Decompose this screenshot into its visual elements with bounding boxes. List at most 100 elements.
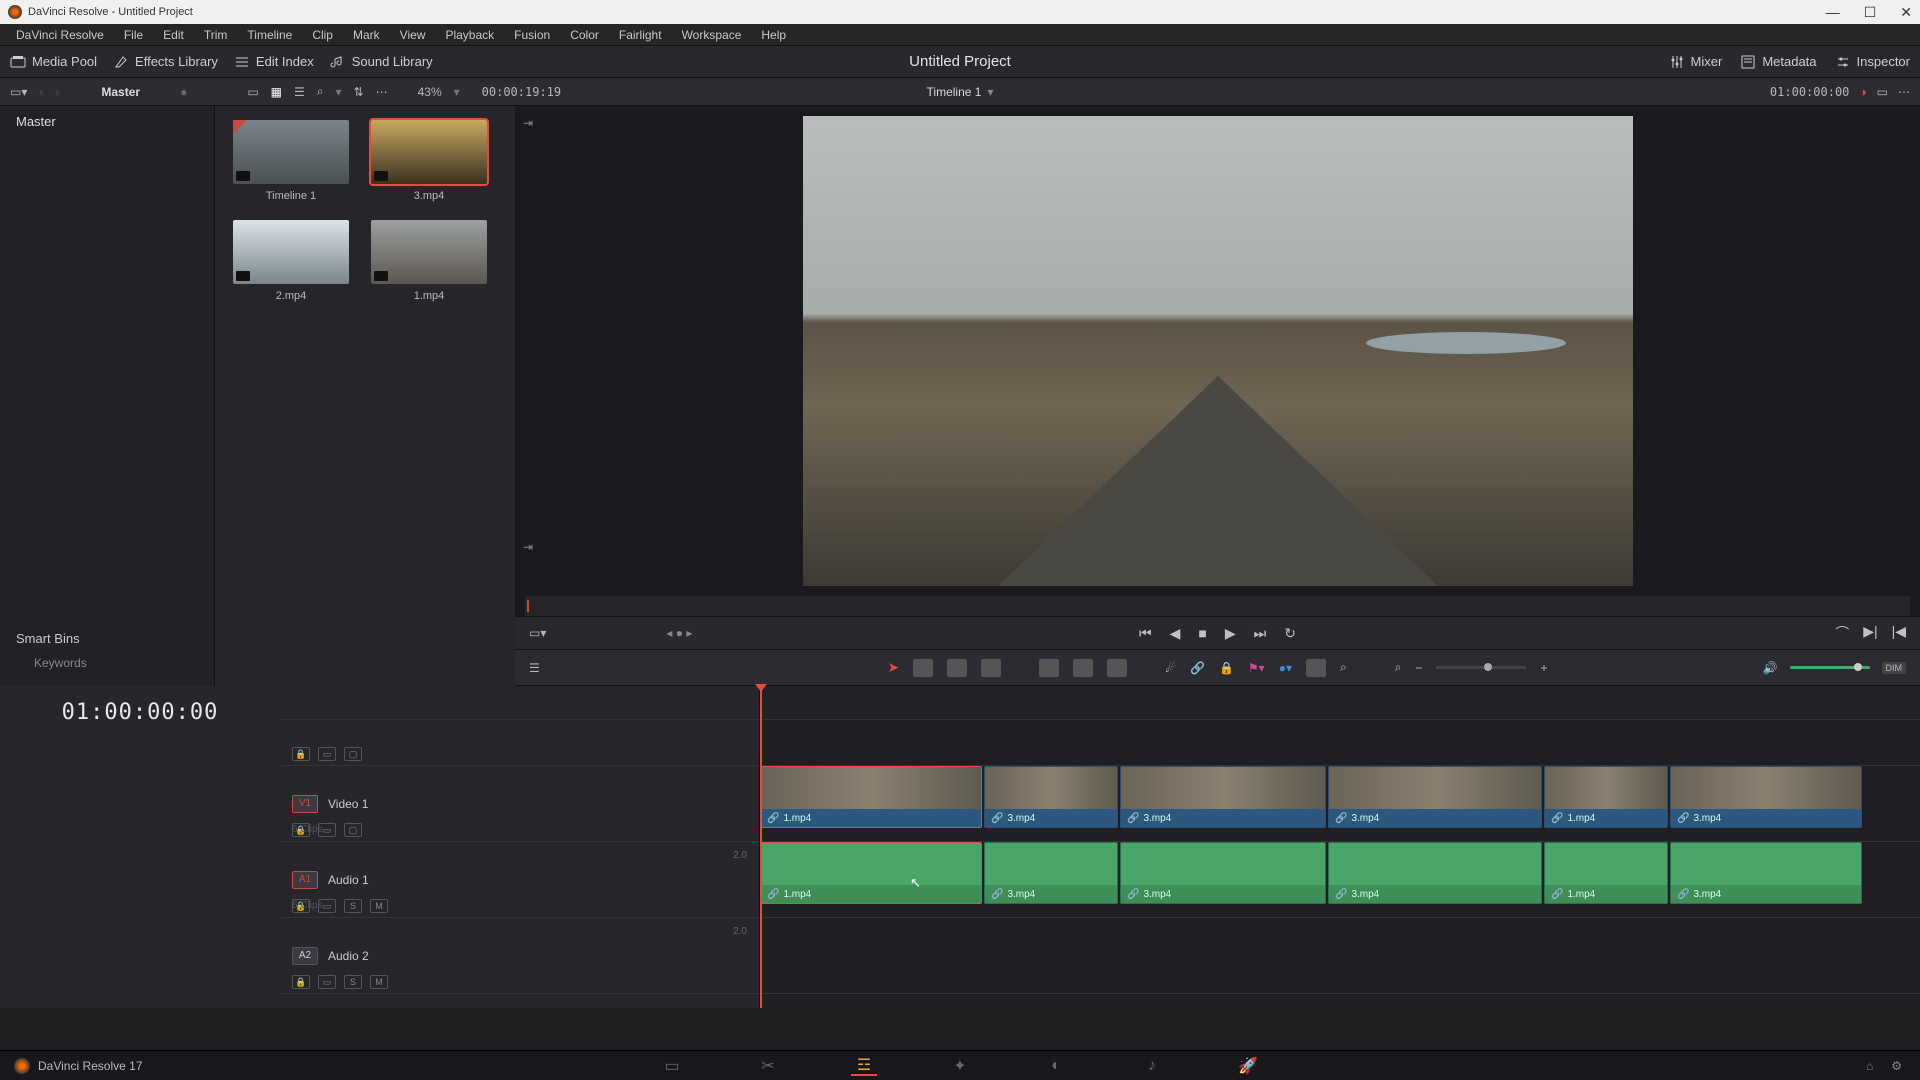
snap-toggle[interactable]: ☄ — [1165, 661, 1176, 675]
page-fusion[interactable]: ✦ — [947, 1056, 973, 1076]
track-tag[interactable]: A1 — [292, 871, 318, 889]
video-clip[interactable]: 🔗1.mp4 — [760, 766, 982, 828]
track-a2[interactable] — [760, 918, 1920, 994]
replace-clip-button[interactable] — [1107, 659, 1127, 677]
menu-clip[interactable]: Clip — [302, 28, 343, 42]
lock-toggle[interactable]: 🔒 — [1219, 661, 1234, 675]
track-head-v1[interactable]: V1 Video 1 🔒▭▢ 6 Clips — [280, 766, 759, 842]
bin-master[interactable]: Master — [0, 106, 214, 137]
pool-item-clip[interactable]: 3.mp4 — [371, 120, 487, 202]
audio-clip[interactable]: 🔗1.mp4 — [1544, 842, 1668, 904]
timeline-ruler[interactable] — [760, 686, 1920, 720]
effects-toggle[interactable]: Effects Library — [113, 54, 218, 70]
dynamic-trim-tool[interactable] — [947, 659, 967, 677]
selection-tool[interactable]: ➤ — [888, 659, 900, 676]
track-head-v2[interactable]: 🔒▭▢ — [280, 720, 759, 766]
jog-left[interactable]: ◂ ● ▸ — [666, 626, 692, 640]
viewer-options-icon[interactable]: ⋯ — [1898, 85, 1910, 99]
menu-workspace[interactable]: Workspace — [672, 28, 752, 42]
track-a1[interactable]: 🔗1.mp4🔗3.mp4🔗3.mp4🔗3.mp4🔗1.mp4🔗3.mp4 — [760, 842, 1920, 918]
home-button[interactable]: ⌂ — [1866, 1059, 1873, 1073]
pool-item-timeline[interactable]: Timeline 1 — [233, 120, 349, 202]
nav-back[interactable]: ‹ — [39, 85, 43, 99]
lock-icon[interactable]: 🔒 — [292, 975, 310, 989]
mute-button[interactable]: M — [370, 899, 388, 913]
flag-dropdown[interactable]: ⚑▾ — [1248, 661, 1265, 675]
page-color[interactable]: ◐ — [1043, 1056, 1069, 1076]
pool-item-clip[interactable]: 2.mp4 — [233, 220, 349, 302]
menu-edit[interactable]: Edit — [153, 28, 194, 42]
loop-range-icon[interactable]: ⌒ — [1835, 623, 1849, 643]
close-button[interactable]: ✕ — [1900, 4, 1912, 21]
search-dropdown[interactable]: ▾ — [336, 85, 342, 99]
smart-bin-keywords[interactable]: Keywords — [16, 656, 198, 670]
stop-button[interactable]: ■ — [1198, 625, 1206, 641]
last-frame-button[interactable]: ⏭ — [1254, 625, 1267, 642]
mute-button[interactable]: M — [370, 975, 388, 989]
menu-fusion[interactable]: Fusion — [504, 28, 560, 42]
trim-tool[interactable] — [913, 659, 933, 677]
menu-file[interactable]: File — [114, 28, 153, 42]
menu-trim[interactable]: Trim — [194, 28, 238, 42]
first-frame-button[interactable]: ⏮ — [1139, 625, 1152, 642]
track-tag[interactable]: A2 — [292, 947, 318, 965]
playhead[interactable] — [760, 686, 762, 1008]
prev-marker-icon[interactable]: |◀ — [1892, 623, 1906, 643]
media-pool-toggle[interactable]: Media Pool — [10, 54, 97, 70]
solo-button[interactable]: S — [344, 899, 362, 913]
menu-timeline[interactable]: Timeline — [237, 28, 302, 42]
page-fairlight[interactable]: ♪ — [1139, 1056, 1165, 1076]
dim-button[interactable]: DIM — [1882, 662, 1907, 674]
view-thumb-icon[interactable]: ▭ — [247, 85, 258, 99]
menu-fairlight[interactable]: Fairlight — [609, 28, 672, 42]
find-icon[interactable]: ⌕ — [1340, 660, 1347, 675]
menu-playback[interactable]: Playback — [435, 28, 504, 42]
audio-clip[interactable]: 🔗3.mp4 — [1120, 842, 1326, 904]
link-toggle[interactable]: 🔗 — [1190, 661, 1205, 675]
disable-icon[interactable]: ▢ — [344, 823, 362, 837]
audio-clip[interactable]: 🔗3.mp4 — [1328, 842, 1542, 904]
timeline-name[interactable]: Timeline 1 — [927, 85, 982, 99]
menu-mark[interactable]: Mark — [343, 28, 390, 42]
page-media[interactable]: ▭ — [659, 1056, 685, 1076]
audio-clip[interactable]: 🔗1.mp4 — [760, 842, 982, 904]
marker-dropdown[interactable]: ●▾ — [1279, 661, 1292, 675]
overwrite-clip-button[interactable] — [1073, 659, 1093, 677]
video-clip[interactable]: 🔗3.mp4 — [1120, 766, 1326, 828]
timeline-dropdown[interactable]: ▾ — [987, 85, 993, 99]
index-search-button[interactable] — [1306, 659, 1326, 677]
maximize-button[interactable]: ☐ — [1864, 4, 1877, 21]
smart-bins-header[interactable]: Smart Bins — [16, 631, 198, 646]
video-clip[interactable]: 🔗3.mp4 — [984, 766, 1118, 828]
disable-icon[interactable]: ▢ — [344, 747, 362, 761]
zoom-out-icon[interactable]: ⌕ — [1395, 660, 1402, 675]
zoom-pct[interactable]: 43% — [418, 85, 442, 99]
page-edit[interactable]: ☲ — [851, 1056, 877, 1076]
loop-button[interactable]: ↻ — [1284, 625, 1296, 642]
options-icon[interactable]: ⋯ — [376, 85, 388, 99]
mixer-toggle[interactable]: Mixer — [1669, 54, 1723, 70]
bypass-icon[interactable]: ◑ — [1859, 85, 1866, 99]
project-settings-button[interactable]: ⚙ — [1891, 1059, 1902, 1073]
audio-clip[interactable]: 🔗3.mp4 — [984, 842, 1118, 904]
page-deliver[interactable]: 🚀 — [1235, 1056, 1261, 1076]
zoom-plus[interactable]: + — [1540, 661, 1547, 675]
single-viewer-icon[interactable]: ▭ — [1877, 85, 1888, 99]
prev-frame-button[interactable]: ◀ — [1170, 625, 1181, 642]
volume-icon[interactable]: 🔊 — [1763, 661, 1778, 675]
page-cut[interactable]: ✂ — [755, 1056, 781, 1076]
audio-clip[interactable]: 🔗3.mp4 — [1670, 842, 1862, 904]
zoom-minus[interactable]: − — [1415, 661, 1422, 675]
blade-tool[interactable] — [981, 659, 1001, 677]
video-clip[interactable]: 🔗1.mp4 — [1544, 766, 1668, 828]
edit-index-toggle[interactable]: Edit Index — [234, 54, 314, 70]
sidebar-toggle-icon[interactable]: ▭▾ — [10, 85, 27, 99]
viewer-canvas[interactable] — [803, 116, 1633, 586]
volume-slider[interactable] — [1790, 666, 1870, 669]
viewer-mode-icon[interactable]: ▭▾ — [529, 626, 546, 640]
track-head-a2[interactable]: A2 Audio 2 2.0 🔒▭SM — [280, 918, 759, 994]
timeline-body[interactable]: 🔗1.mp4🔗3.mp4🔗3.mp4🔗3.mp4🔗1.mp4🔗3.mp4 🔗1.… — [760, 686, 1920, 1008]
lock-icon[interactable]: 🔒 — [292, 747, 310, 761]
search-icon[interactable]: ⌕ — [317, 84, 324, 99]
timeline-view-icon[interactable]: ☰ — [529, 661, 540, 675]
